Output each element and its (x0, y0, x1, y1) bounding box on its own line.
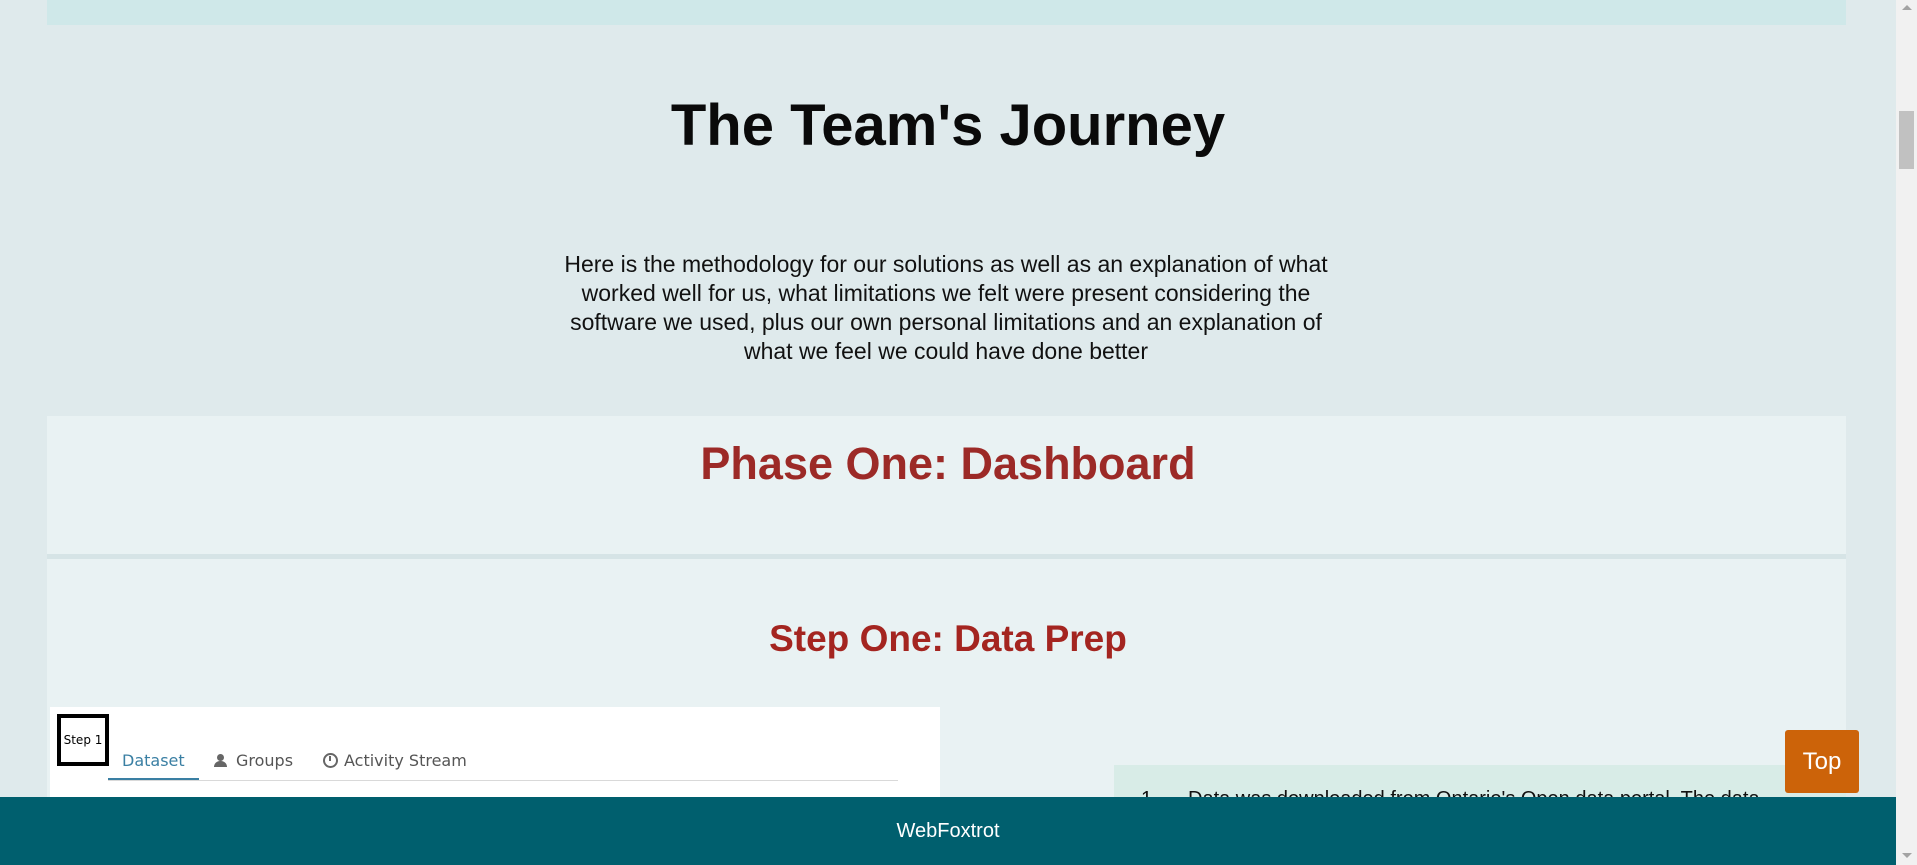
step-label: Step 1 (57, 714, 109, 766)
users-icon (212, 754, 230, 767)
step-title: Step One: Data Prep (769, 618, 1127, 659)
scrollbar-thumb[interactable] (1899, 111, 1914, 169)
back-to-top-button[interactable]: Top (1785, 730, 1859, 793)
scroll-down-arrow-icon[interactable] (1902, 853, 1912, 858)
footer-text: WebFoxtrot (896, 819, 1000, 842)
screenshot-tab-bar: Dataset Groups Activity Stream (108, 742, 898, 781)
tab-dataset: Dataset (108, 742, 199, 780)
tab-dataset-label: Dataset (122, 750, 185, 770)
phase-title: Phase One: Dashboard (700, 438, 1196, 489)
page-title: The Team's Journey (670, 93, 1226, 158)
scroll-up-arrow-icon[interactable] (1902, 5, 1912, 10)
tab-activity-stream: Activity Stream (323, 742, 467, 779)
footer: WebFoxtrot (0, 797, 1896, 865)
clock-icon (323, 753, 338, 768)
intro-paragraph: Here is the methodology for our solution… (564, 251, 1328, 364)
top-section-strip (47, 0, 1846, 25)
page-content: The Team's Journey Here is the methodolo… (0, 0, 1896, 865)
tab-groups: Groups (212, 742, 293, 779)
tab-groups-label: Groups (236, 751, 294, 770)
vertical-scrollbar[interactable] (1896, 0, 1917, 865)
tab-activity-stream-label: Activity Stream (344, 751, 467, 770)
